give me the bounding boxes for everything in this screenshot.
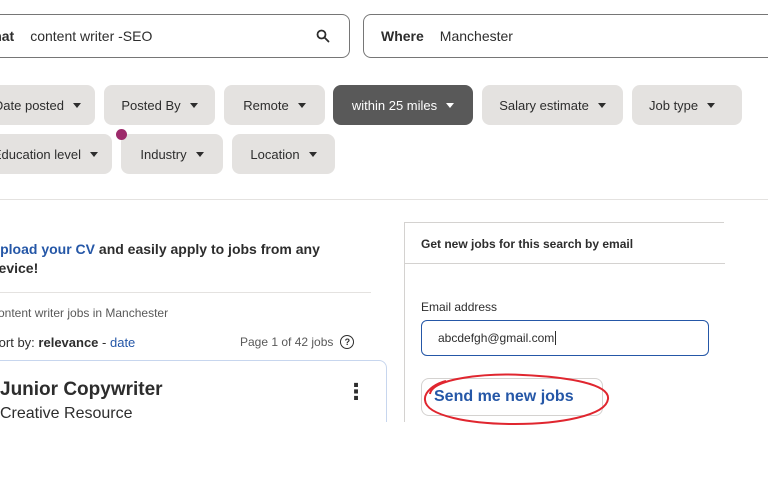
filter-date-posted[interactable]: Date posted <box>0 85 95 125</box>
where-input-value[interactable]: Manchester <box>440 28 513 44</box>
sort-controls: Sort by: relevance - date <box>0 335 135 350</box>
notification-dot <box>116 129 127 140</box>
job-card[interactable]: Junior Copywriter Creative Resource ⋮ <box>0 360 387 422</box>
chevron-down-icon <box>707 102 716 108</box>
filter-label: Salary estimate <box>499 97 589 113</box>
filter-label: Location <box>250 146 300 162</box>
filter-salary-estimate[interactable]: Salary estimate <box>482 85 623 125</box>
filter-label: Education level <box>0 146 81 162</box>
job-company: Creative Resource <box>0 405 133 422</box>
upload-cv-text: and easily apply to jobs from any <box>95 241 320 257</box>
where-label: Where <box>381 28 424 44</box>
filter-label: Posted By <box>121 97 181 113</box>
filter-location[interactable]: Location <box>232 134 335 174</box>
page-info: Page 1 of 42 jobs ? <box>240 335 355 349</box>
more-options-icon[interactable]: ⋮ <box>345 379 367 405</box>
job-title[interactable]: Junior Copywriter <box>0 379 163 401</box>
help-icon-glyph: ? <box>344 337 351 347</box>
what-label: What <box>0 28 15 44</box>
annotation-ellipse <box>423 373 609 426</box>
email-alert-heading: Get new jobs for this search by email <box>421 237 634 251</box>
chevron-down-icon <box>597 102 606 108</box>
chevron-down-icon <box>195 151 204 157</box>
upload-cv-link[interactable]: Upload your CV <box>0 241 95 257</box>
chevron-down-icon <box>446 102 455 108</box>
email-input[interactable]: abcdefgh@gmail.com <box>421 320 709 356</box>
filter-education-level[interactable]: Education level <box>0 134 112 174</box>
filter-distance[interactable]: within 25 miles <box>333 85 473 125</box>
where-search-field[interactable]: Where Manchester <box>363 14 768 58</box>
upload-cv-text-2: device! <box>0 260 39 276</box>
results-summary: content writer jobs in Manchester <box>0 306 169 320</box>
what-search-field[interactable]: What content writer -SEO <box>0 14 350 58</box>
filter-label: Job type <box>649 97 699 113</box>
search-icon[interactable] <box>316 29 330 43</box>
chevron-down-icon <box>189 102 198 108</box>
filter-job-type[interactable]: Job type <box>632 85 742 125</box>
filter-label: Date posted <box>0 97 64 113</box>
email-label: Email address <box>421 300 498 314</box>
what-input-value[interactable]: content writer -SEO <box>30 28 152 44</box>
sort-label: Sort by: <box>0 335 35 350</box>
filter-posted-by[interactable]: Posted By <box>104 85 215 125</box>
email-alert-divider <box>405 263 725 264</box>
page-count: Page 1 of 42 jobs <box>240 335 334 349</box>
filters-divider <box>0 199 768 200</box>
chevron-down-icon <box>90 151 98 157</box>
sort-relevance[interactable]: relevance <box>38 335 98 350</box>
chevron-down-icon <box>297 102 306 108</box>
filter-label: within 25 miles <box>351 97 438 113</box>
filter-remote[interactable]: Remote <box>224 85 325 125</box>
upload-cv-banner: Upload your CV and easily apply to jobs … <box>0 240 360 278</box>
text-cursor <box>555 331 557 345</box>
filter-label: Remote <box>243 97 289 113</box>
filter-label: Industry <box>140 146 187 162</box>
upload-divider <box>0 292 371 293</box>
sort-separator: - <box>98 335 110 350</box>
chevron-down-icon <box>308 151 317 157</box>
chevron-down-icon <box>73 102 81 108</box>
filter-industry[interactable]: Industry <box>121 134 223 174</box>
sort-date-link[interactable]: date <box>110 335 135 350</box>
email-value: abcdefgh@gmail.com <box>438 331 555 345</box>
help-icon[interactable]: ? <box>340 335 355 349</box>
